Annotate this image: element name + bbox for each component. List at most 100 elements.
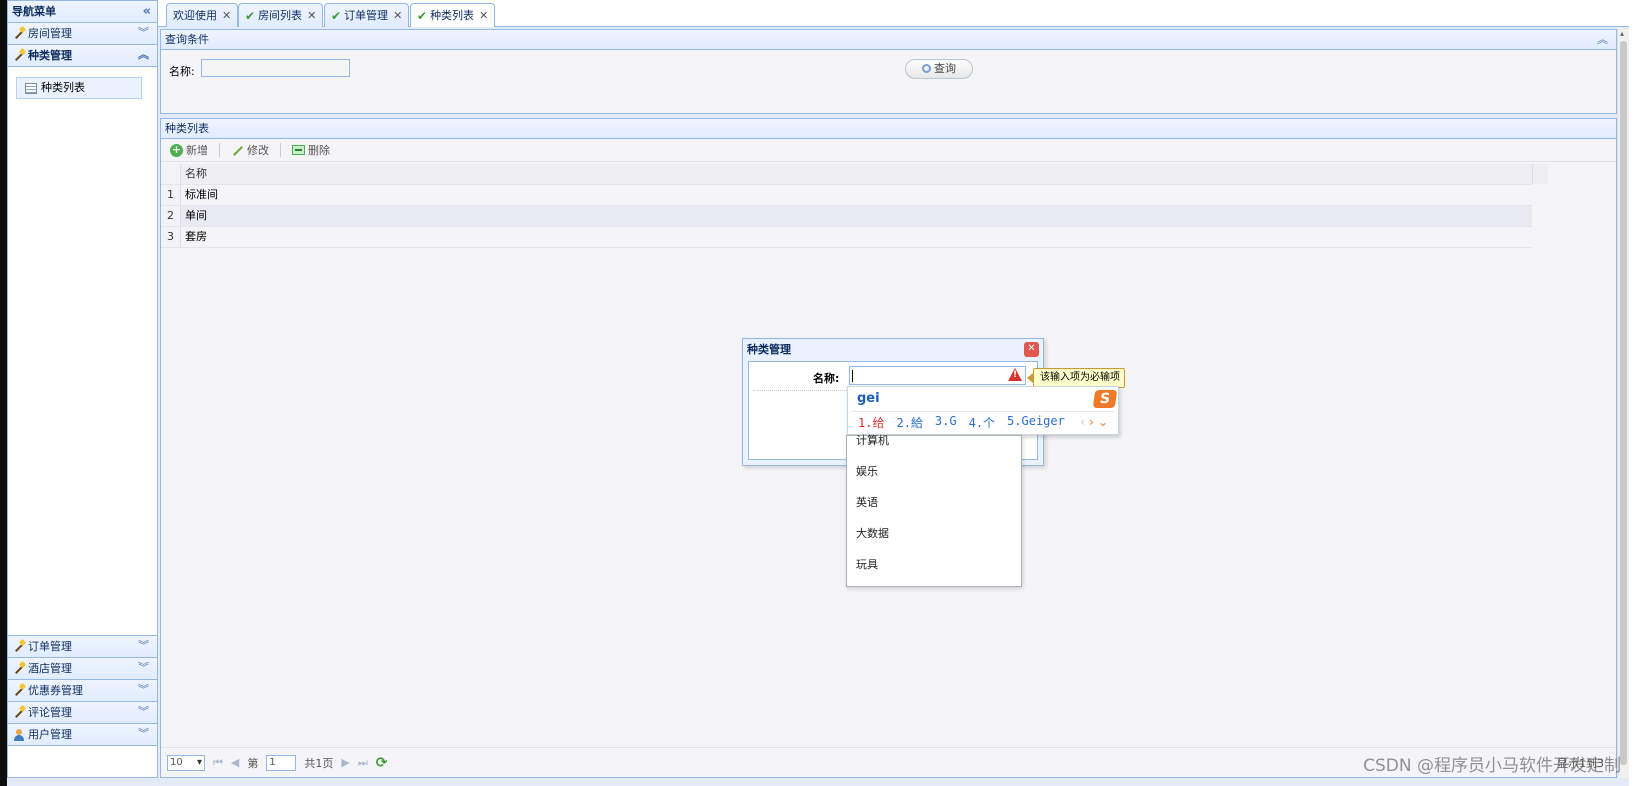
magic-wand-icon bbox=[12, 640, 26, 654]
accordion-user-management[interactable]: 用户管理 ︾ bbox=[8, 724, 157, 746]
page-scrollbar[interactable] bbox=[1617, 29, 1629, 778]
tab-room-list[interactable]: ✔ 房间列表 ✕ bbox=[238, 3, 324, 27]
text-caret bbox=[852, 370, 853, 382]
search-icon bbox=[922, 64, 931, 73]
page-size-select[interactable]: 10 bbox=[167, 754, 205, 771]
column-header-name[interactable]: 名称 bbox=[181, 164, 1532, 184]
dialog-name-input[interactable] bbox=[849, 366, 1026, 385]
double-chevron-down-icon[interactable]: ︾ bbox=[138, 724, 149, 744]
checkmark-icon: ✔ bbox=[331, 8, 342, 23]
category-grid: 名称 1 标准间 2 单间 3 套房 bbox=[161, 164, 1532, 248]
table-row[interactable]: 1 标准间 bbox=[161, 185, 1532, 206]
next-page-icon[interactable]: ▶ bbox=[341, 756, 349, 769]
double-chevron-down-icon[interactable]: ︾ bbox=[138, 658, 149, 678]
add-icon: + bbox=[170, 142, 183, 157]
page-prefix: 第 bbox=[247, 756, 259, 770]
last-page-icon[interactable]: ⏭ bbox=[358, 756, 368, 770]
double-chevron-down-icon[interactable]: ︾ bbox=[138, 702, 149, 722]
accordion-label: 酒店管理 bbox=[28, 662, 72, 675]
first-page-icon[interactable]: ⏮ bbox=[213, 756, 223, 770]
cell-name: 套房 bbox=[185, 230, 207, 243]
double-chevron-up-icon[interactable]: ︽ bbox=[138, 45, 149, 65]
list-item[interactable]: 娱乐 bbox=[847, 462, 1021, 493]
ime-candidate[interactable]: 5.Geiger bbox=[1007, 414, 1065, 431]
grid-header-filler bbox=[1532, 164, 1548, 184]
chevron-down-icon[interactable]: ⌄ bbox=[1098, 415, 1112, 429]
close-icon[interactable]: ✕ bbox=[222, 5, 231, 27]
dialog-name-label: 名称: bbox=[813, 372, 840, 385]
accordion-coupon-management[interactable]: 优惠券管理 ︾ bbox=[8, 680, 157, 702]
double-chevron-up-icon[interactable]: ︽ bbox=[1597, 30, 1608, 49]
sogou-logo-icon: S bbox=[1092, 390, 1118, 408]
close-icon[interactable]: ✕ bbox=[307, 5, 316, 27]
accordion-body: 种类列表 bbox=[8, 67, 157, 636]
chevron-left-icon[interactable]: ‹ bbox=[1080, 415, 1089, 429]
row-number-header bbox=[161, 164, 181, 184]
sidebar-header: 导航菜单 « bbox=[8, 1, 157, 23]
search-button[interactable]: 查询 bbox=[905, 59, 973, 79]
tab-bar: 欢迎使用 ✕ ✔ 房间列表 ✕ ✔ 订单管理 ✕ ✔ 种类列表 ✕ bbox=[158, 0, 1629, 27]
close-icon[interactable]: ✕ bbox=[393, 5, 402, 27]
screen-left-edge bbox=[0, 0, 7, 786]
list-item[interactable]: 英语 bbox=[847, 493, 1021, 524]
scrollbar-thumb[interactable] bbox=[1620, 41, 1627, 765]
ime-candidate[interactable]: 1.给 bbox=[858, 414, 884, 431]
tab-category-list[interactable]: ✔ 种类列表 ✕ bbox=[410, 3, 496, 27]
sidebar-item-label: 种类列表 bbox=[41, 81, 85, 94]
dialog-title-text: 种类管理 bbox=[747, 343, 791, 356]
accordion-label: 订单管理 bbox=[28, 640, 72, 653]
table-row[interactable]: 2 单间 bbox=[161, 206, 1532, 227]
sidebar-item-category-list[interactable]: 种类列表 bbox=[16, 77, 142, 99]
pencil-icon bbox=[231, 144, 244, 157]
row-number: 2 bbox=[161, 206, 181, 226]
close-icon[interactable]: ✕ bbox=[479, 5, 488, 27]
page-number-input[interactable]: 1 bbox=[266, 754, 297, 771]
accordion-label: 评论管理 bbox=[28, 706, 72, 719]
toolbar-divider bbox=[280, 143, 281, 157]
ime-divider bbox=[852, 411, 1114, 412]
checkmark-icon: ✔ bbox=[245, 8, 256, 23]
accordion-category-management[interactable]: 种类管理 ︽ bbox=[8, 45, 157, 67]
edit-button[interactable]: 修改 bbox=[228, 142, 272, 158]
magic-wand-icon bbox=[12, 684, 26, 698]
accordion-room-management[interactable]: 房间管理 ︾ bbox=[8, 23, 157, 45]
tab-order-management[interactable]: ✔ 订单管理 ✕ bbox=[324, 3, 410, 27]
query-panel: 查询条件 ︽ 名称: 查询 bbox=[160, 29, 1617, 114]
list-item[interactable]: 玩具 bbox=[847, 555, 1021, 586]
delete-button-label: 删除 bbox=[308, 144, 330, 157]
name-search-input[interactable] bbox=[201, 59, 350, 77]
chevron-right-icon[interactable]: › bbox=[1089, 415, 1098, 429]
ime-candidate[interactable]: 2.給 bbox=[896, 414, 922, 431]
grid-header-row: 名称 bbox=[161, 164, 1532, 185]
list-panel-title: 种类列表 bbox=[161, 119, 1616, 139]
accordion-label: 房间管理 bbox=[28, 27, 72, 40]
double-chevron-down-icon[interactable]: ︾ bbox=[138, 636, 149, 656]
row-number: 3 bbox=[161, 227, 181, 247]
total-pages: 共1页 bbox=[304, 756, 334, 770]
watermark: CSDN @程序员小马软件开发定制 bbox=[1363, 756, 1621, 776]
ime-page-arrows: ‹›⌄ bbox=[1080, 415, 1112, 429]
edit-button-label: 修改 bbox=[247, 144, 269, 157]
double-chevron-down-icon[interactable]: ︾ bbox=[138, 23, 149, 43]
name-label: 名称: bbox=[169, 65, 195, 78]
list-item[interactable]: 计算机 bbox=[847, 435, 1021, 462]
table-row[interactable]: 3 套房 bbox=[161, 227, 1532, 248]
autocomplete-dropdown: 计算机 娱乐 英语 大数据 玩具 bbox=[846, 435, 1022, 587]
ime-candidate[interactable]: 4.个 bbox=[969, 414, 995, 431]
accordion-order-management[interactable]: 订单管理 ︾ bbox=[8, 636, 157, 658]
ime-candidate[interactable]: 3.G bbox=[935, 414, 957, 431]
list-item[interactable]: 大数据 bbox=[847, 524, 1021, 555]
accordion-review-management[interactable]: 评论管理 ︾ bbox=[8, 702, 157, 724]
prev-page-icon[interactable]: ◀ bbox=[231, 756, 239, 769]
accordion-hotel-management[interactable]: 酒店管理 ︾ bbox=[8, 658, 157, 680]
refresh-icon[interactable]: ⟳ bbox=[376, 755, 388, 771]
magic-wand-icon bbox=[12, 706, 26, 720]
close-icon[interactable]: ✕ bbox=[1024, 342, 1039, 357]
tab-welcome[interactable]: 欢迎使用 ✕ bbox=[166, 3, 239, 27]
add-button[interactable]: + 新增 bbox=[167, 142, 211, 158]
delete-button[interactable]: 删除 bbox=[289, 142, 333, 158]
tab-label: 房间列表 bbox=[258, 8, 303, 22]
double-chevron-down-icon[interactable]: ︾ bbox=[138, 680, 149, 700]
ime-candidate-window: gei S 1.给 2.給 3.G 4.个 5.Geiger ‹›⌄ bbox=[847, 386, 1119, 435]
double-chevron-left-icon[interactable]: « bbox=[143, 1, 151, 22]
